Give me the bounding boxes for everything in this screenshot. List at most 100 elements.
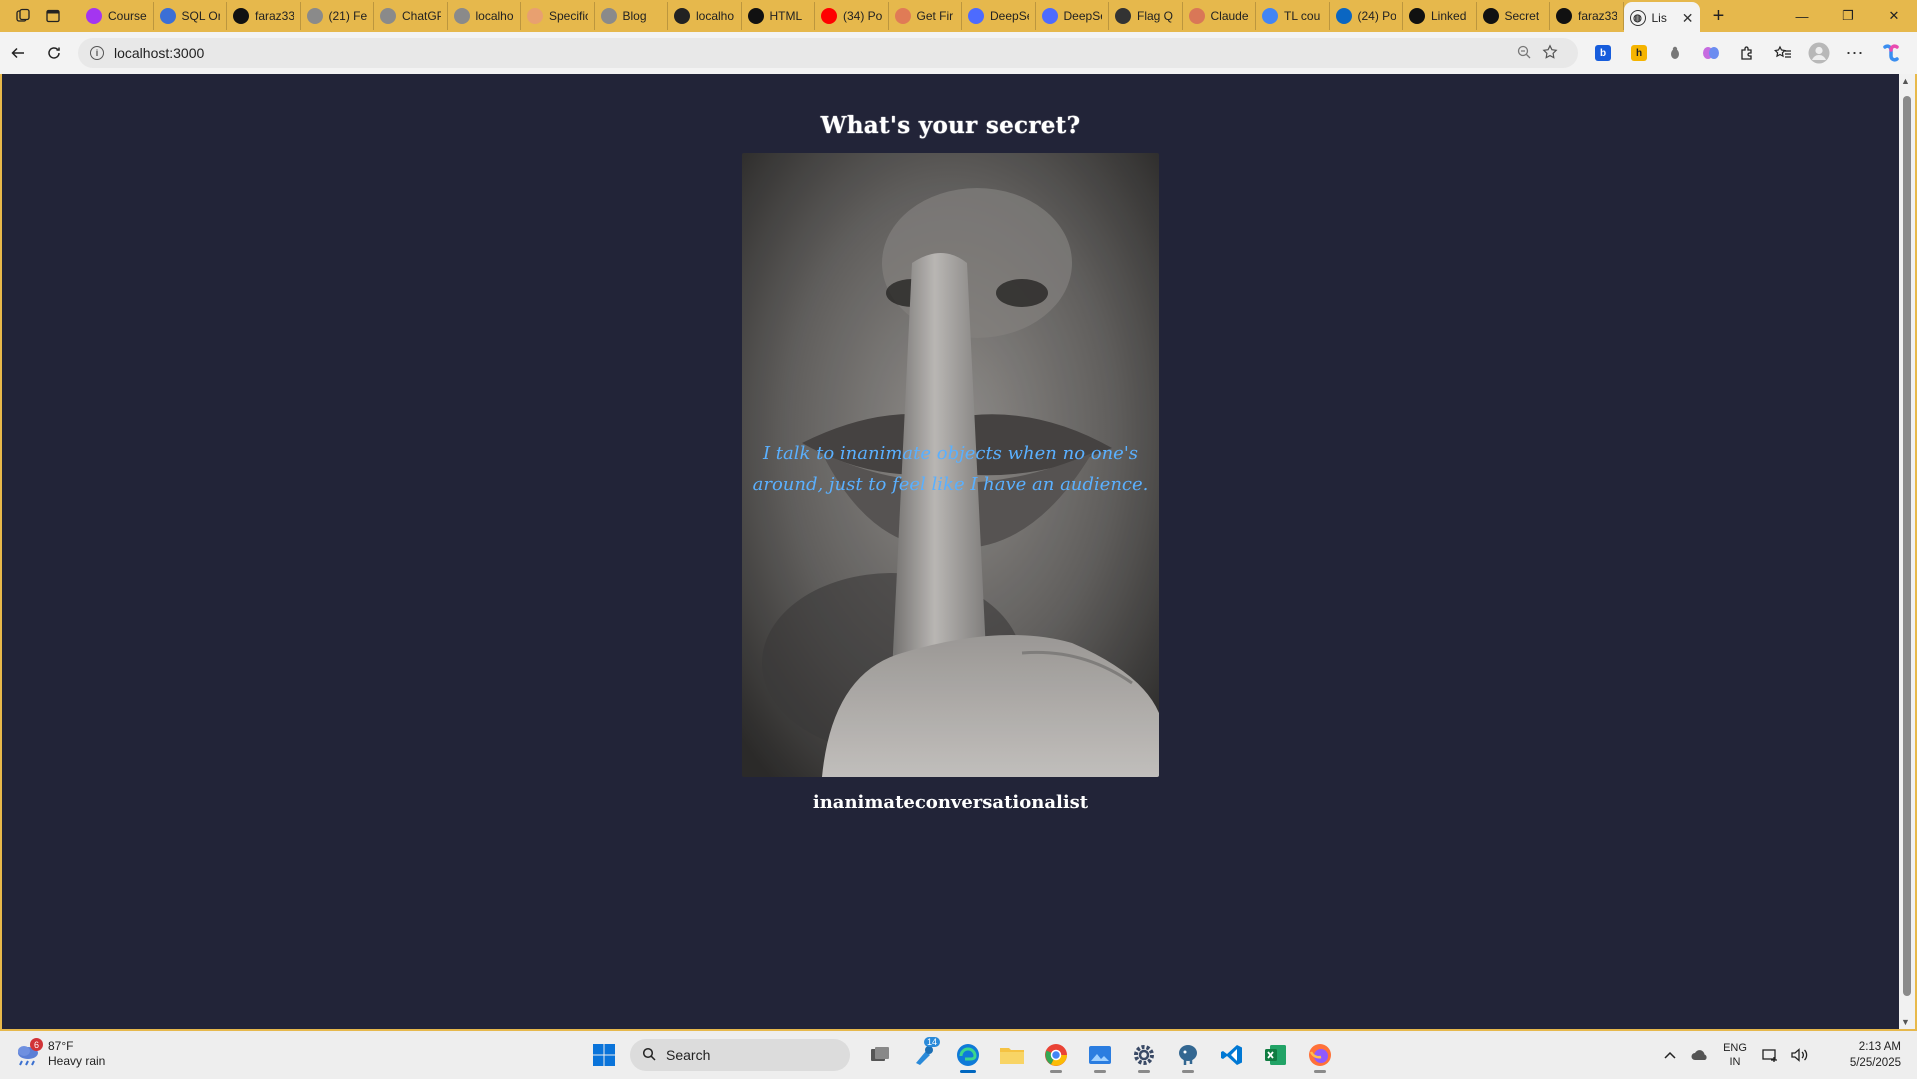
scroll-down-icon[interactable]: ▼ — [1901, 1017, 1910, 1027]
clock-date: 5/25/2025 — [1849, 1057, 1901, 1069]
tab-11[interactable]: Get Fir — [889, 2, 962, 30]
settings-running-indicator — [1138, 1070, 1150, 1073]
tab-20[interactable]: faraz33 — [1550, 2, 1624, 30]
tab-18[interactable]: Linked — [1403, 2, 1477, 30]
close-tab-icon[interactable]: ✕ — [1682, 10, 1694, 27]
window-controls: — ❐ ✕ — [1779, 0, 1917, 32]
tab-15[interactable]: Claude — [1183, 2, 1256, 30]
copilot-icon[interactable] — [1873, 37, 1909, 69]
tab-actions-icon[interactable] — [38, 1, 68, 31]
tab-strip: Course SQL Or faraz33 (21) Fe ChatGP localho S… — [0, 0, 1917, 34]
tab-label: (24) Po — [1357, 9, 1397, 23]
favorite-star-icon[interactable] — [1542, 44, 1558, 64]
task-view-icon[interactable] — [860, 1037, 900, 1073]
tab-8[interactable]: localho — [668, 2, 742, 30]
clock-time: 2:13 AM — [1858, 1041, 1901, 1053]
refresh-button[interactable] — [36, 37, 72, 69]
oracle-cloud-icon — [159, 8, 176, 24]
globe-icon — [380, 8, 396, 24]
google-icon — [1262, 8, 1278, 24]
extension-bug-icon[interactable] — [1657, 37, 1693, 69]
clock[interactable]: 2:13 AM 5/25/2025 — [1821, 1039, 1901, 1071]
firefox-icon[interactable] — [1300, 1037, 1340, 1073]
youtube-icon — [821, 8, 837, 24]
udemy-icon — [86, 8, 102, 24]
zoom-icon[interactable] — [1516, 44, 1532, 64]
close-window-button[interactable]: ✕ — [1871, 0, 1917, 32]
tab-label: HTML — [769, 9, 803, 23]
tab-label: TL cou — [1284, 9, 1321, 23]
weather-condition: Heavy rain — [48, 1054, 106, 1068]
tab-label: (34) Po — [843, 9, 882, 23]
tab-10[interactable]: (34) Po — [815, 2, 889, 30]
edge-running-indicator — [960, 1070, 976, 1073]
tab-16[interactable]: TL cou — [1256, 2, 1330, 30]
excel-icon[interactable] — [1256, 1037, 1296, 1073]
tab-2[interactable]: faraz33 — [227, 2, 301, 30]
tab-13[interactable]: DeepSe — [1036, 2, 1109, 30]
site-info-icon[interactable]: i — [90, 46, 104, 60]
threads-icon — [747, 8, 764, 24]
tab-19[interactable]: Secret — [1477, 2, 1550, 30]
address-url[interactable]: localhost:3000 — [114, 45, 204, 61]
tab-label: DeepSe — [1063, 9, 1103, 23]
weather-widget[interactable]: 6 87°F Heavy rain — [14, 1038, 106, 1069]
chrome-icon[interactable] — [1036, 1037, 1076, 1073]
tab-0[interactable]: Course — [80, 2, 154, 30]
restore-button[interactable]: ❐ — [1825, 0, 1871, 32]
steam-icon[interactable]: 14 — [904, 1037, 944, 1073]
tab-label: Claude — [1210, 9, 1249, 23]
profile-avatar[interactable] — [1801, 37, 1837, 69]
page-scrollbar[interactable]: ▲ ▼ — [1899, 74, 1915, 1029]
extensions-bar: b h ⋯ — [1585, 37, 1909, 69]
show-hidden-icons-chevron-icon[interactable] — [1655, 1050, 1685, 1060]
network-icon[interactable] — [1755, 1048, 1785, 1062]
tab-active[interactable]: ◍ Lis ✕ — [1623, 2, 1700, 34]
address-bar[interactable]: i localhost:3000 — [78, 38, 1578, 68]
onedrive-cloud-icon[interactable] — [1685, 1049, 1715, 1061]
tab-4[interactable]: ChatGP — [374, 2, 448, 30]
extension-bitwarden-icon[interactable]: b — [1585, 37, 1621, 69]
tab-1[interactable]: SQL Or — [154, 2, 227, 30]
file-explorer-icon[interactable] — [992, 1037, 1032, 1073]
tab-6[interactable]: Specific — [521, 2, 595, 30]
tab-14[interactable]: Flag Q — [1109, 2, 1183, 30]
favorites-icon[interactable] — [1765, 37, 1801, 69]
workspaces-icon[interactable] — [8, 1, 38, 31]
more-menu-icon[interactable]: ⋯ — [1837, 37, 1873, 69]
taskbar-search[interactable]: Search — [630, 1039, 850, 1071]
vscode-icon[interactable] — [1212, 1037, 1252, 1073]
volume-icon[interactable] — [1785, 1048, 1815, 1062]
tab-label: faraz33 — [1578, 9, 1617, 23]
scrollbar-thumb[interactable] — [1903, 96, 1911, 996]
back-button[interactable] — [0, 37, 36, 69]
tab-label: localho — [696, 9, 735, 23]
photos-running-indicator — [1094, 1070, 1106, 1073]
start-button[interactable] — [586, 1037, 622, 1073]
minimize-button[interactable]: — — [1779, 0, 1825, 32]
search-icon — [642, 1047, 656, 1064]
new-tab-button[interactable]: + — [1704, 1, 1734, 31]
extension-brain-icon[interactable] — [1693, 37, 1729, 69]
settings-icon[interactable] — [1124, 1037, 1164, 1073]
postgres-icon[interactable] — [1168, 1037, 1208, 1073]
tab-3[interactable]: (21) Fe — [301, 2, 374, 30]
photos-icon[interactable] — [1080, 1037, 1120, 1073]
tab-12[interactable]: DeepSe — [962, 2, 1036, 30]
edge-icon[interactable] — [948, 1037, 988, 1073]
tab-17[interactable]: (24) Po — [1330, 2, 1403, 30]
extension-honey-icon[interactable]: h — [1621, 37, 1657, 69]
scroll-up-icon[interactable]: ▲ — [1901, 76, 1910, 86]
claude-icon — [1188, 8, 1205, 24]
weather-badge: 6 — [30, 1038, 43, 1051]
tab-9[interactable]: HTML — [742, 2, 815, 30]
tab-7[interactable]: Blog — [595, 2, 668, 30]
tab-5[interactable]: localho — [448, 2, 521, 30]
secret-username: inanimateconversationalist — [812, 792, 1089, 813]
tab-label: SQL Or — [181, 9, 221, 23]
input-language[interactable]: ENG IN — [1715, 1041, 1755, 1069]
chrome-running-indicator — [1050, 1070, 1062, 1073]
extensions-puzzle-icon[interactable] — [1729, 37, 1765, 69]
tab-label: localho — [475, 9, 514, 23]
deepseek-icon — [968, 8, 984, 24]
